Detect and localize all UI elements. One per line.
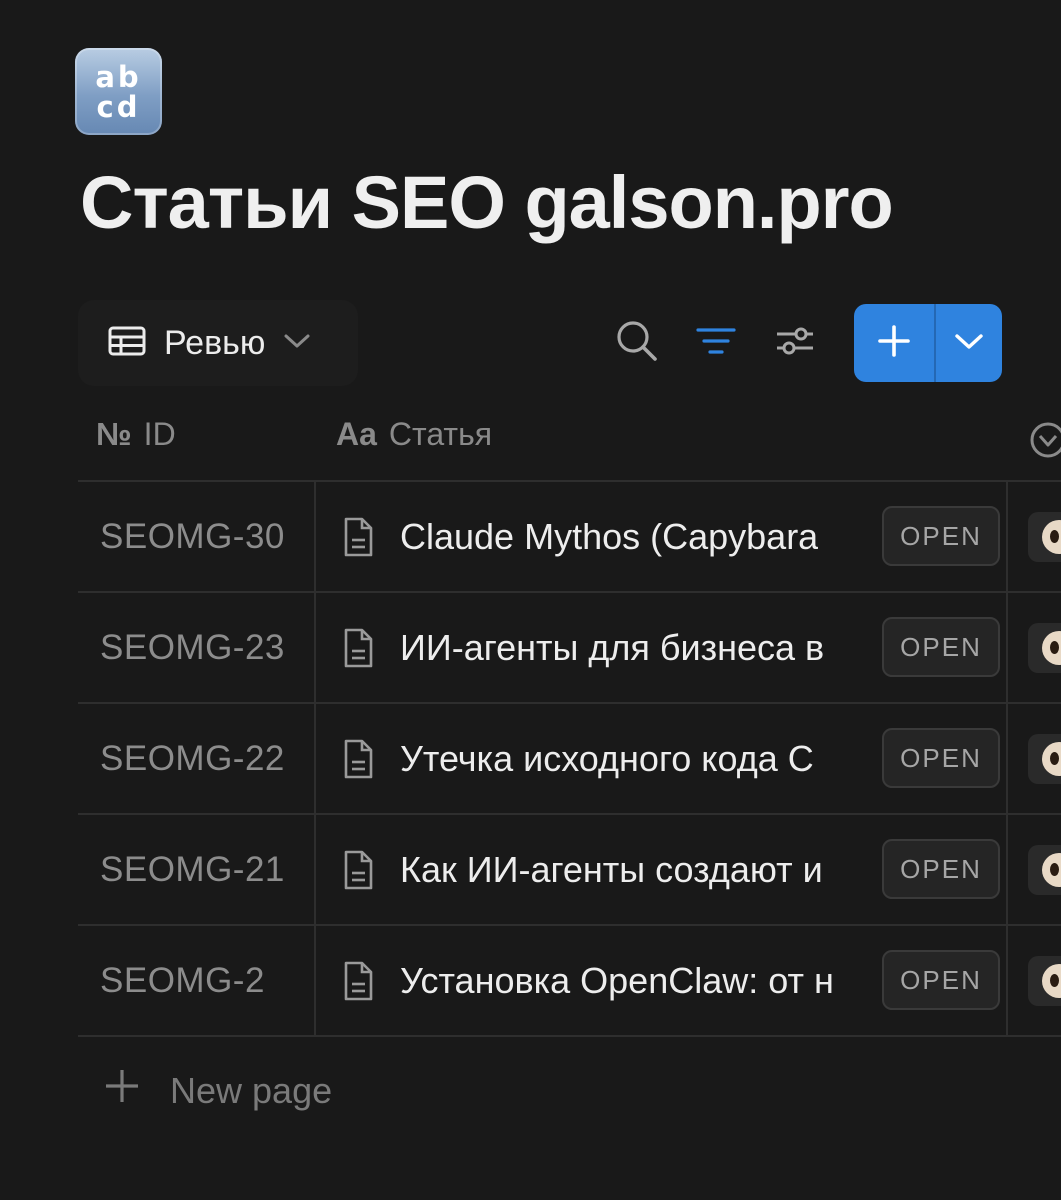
- row-title: Установка OpenClaw: от н: [400, 959, 834, 1001]
- row-title-cell[interactable]: Утечка исходного кода C OPEN: [318, 704, 1008, 813]
- filter-button[interactable]: [693, 320, 739, 366]
- row-id: SEOMG-30: [78, 482, 316, 591]
- number-property-icon: №: [96, 416, 132, 452]
- open-button[interactable]: OPEN: [882, 839, 1000, 899]
- plus-icon: [104, 1068, 140, 1113]
- table-header: № ID Aa Статья: [78, 400, 1061, 482]
- page-icon-line-1: ab: [95, 59, 142, 94]
- row-id: SEOMG-22: [78, 704, 316, 813]
- column-header-article[interactable]: Aa Статья: [336, 416, 492, 453]
- document-icon: [342, 627, 374, 669]
- view-label: Ревью: [164, 323, 266, 362]
- table-row[interactable]: SEOMG-22 Утечка исходного кода C OPEN: [78, 704, 1061, 815]
- new-page-label: New page: [170, 1069, 333, 1111]
- row-id: SEOMG-2: [78, 926, 316, 1035]
- document-icon: [342, 960, 374, 1002]
- assignee-avatar[interactable]: [1028, 845, 1061, 895]
- row-title-cell[interactable]: Как ИИ-агенты создают и OPEN: [318, 815, 1008, 924]
- document-icon: [342, 738, 374, 780]
- open-button[interactable]: OPEN: [882, 950, 1000, 1010]
- table-row[interactable]: SEOMG-30 Claude Mythos (Capybara OPEN: [78, 482, 1061, 593]
- search-icon: [615, 319, 659, 368]
- status-property-icon[interactable]: [1028, 420, 1061, 460]
- sliders-icon: [774, 324, 816, 363]
- table-icon: [108, 326, 146, 361]
- row-title: Как ИИ-агенты создают и: [400, 848, 823, 890]
- open-button[interactable]: OPEN: [882, 506, 1000, 566]
- database-table: № ID Aa Статья SEOMG-30 Claude Mythos (C…: [78, 400, 1061, 1037]
- table-row[interactable]: SEOMG-2 Установка OpenClaw: от н OPEN: [78, 926, 1061, 1037]
- view-settings-button[interactable]: [772, 320, 818, 366]
- row-title-cell[interactable]: Установка OpenClaw: от н OPEN: [318, 926, 1008, 1035]
- column-header-id[interactable]: № ID: [96, 416, 176, 453]
- assignee-avatar[interactable]: [1028, 623, 1061, 673]
- open-button[interactable]: OPEN: [882, 617, 1000, 677]
- filter-icon: [695, 324, 737, 363]
- page-icon-line-2: cd: [96, 89, 141, 124]
- new-page-button[interactable]: New page: [104, 1068, 332, 1113]
- row-title-cell[interactable]: Claude Mythos (Capybara OPEN: [318, 482, 1008, 591]
- new-item-button[interactable]: [854, 304, 934, 382]
- view-switcher[interactable]: Ревью: [78, 300, 358, 386]
- search-button[interactable]: [614, 320, 660, 366]
- row-title: ИИ-агенты для бизнеса в: [400, 626, 825, 668]
- chevron-down-icon: [954, 331, 984, 356]
- table-row[interactable]: SEOMG-23 ИИ-агенты для бизнеса в OPEN: [78, 593, 1061, 704]
- chevron-down-icon: [283, 332, 311, 355]
- table-row[interactable]: SEOMG-21 Как ИИ-агенты создают и OPEN: [78, 815, 1061, 926]
- column-header-label: ID: [143, 416, 176, 452]
- column-header-label: Статья: [388, 416, 493, 452]
- text-property-icon: Aa: [336, 416, 377, 452]
- plus-icon: [877, 324, 911, 363]
- row-id: SEOMG-21: [78, 815, 316, 924]
- database-page: ab cd Статьи SEO galson.pro Ревью № ID A…: [0, 0, 1061, 1200]
- new-item-split-button: [854, 304, 1002, 382]
- row-title: Утечка исходного кода C: [400, 737, 814, 779]
- document-icon: [342, 849, 374, 891]
- page-emoji-icon[interactable]: ab cd: [75, 48, 162, 135]
- row-title: Claude Mythos (Capybara: [400, 515, 819, 557]
- assignee-avatar[interactable]: [1028, 512, 1061, 562]
- row-title-cell[interactable]: ИИ-агенты для бизнеса в OPEN: [318, 593, 1008, 702]
- open-button[interactable]: OPEN: [882, 728, 1000, 788]
- page-title[interactable]: Статьи SEO galson.pro: [80, 160, 894, 245]
- row-id: SEOMG-23: [78, 593, 316, 702]
- new-item-options-button[interactable]: [936, 304, 1002, 382]
- assignee-avatar[interactable]: [1028, 734, 1061, 784]
- assignee-avatar[interactable]: [1028, 956, 1061, 1006]
- document-icon: [342, 516, 374, 558]
